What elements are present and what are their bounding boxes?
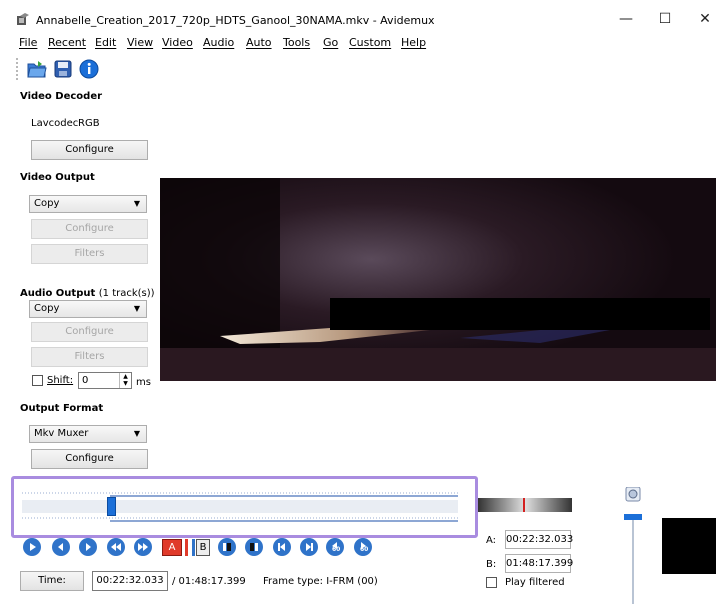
video-output-configure-button[interactable]: Configure xyxy=(31,219,148,239)
audio-output-title: Audio Output (1 track(s)) xyxy=(20,288,155,299)
marker-b-time: 01:48:17.399 xyxy=(505,554,573,573)
timeline-slider-handle[interactable] xyxy=(107,497,116,516)
marker-a-time: 00:22:32.033 xyxy=(505,530,573,549)
previous-black-frame-icon[interactable] xyxy=(217,537,237,557)
marker-b-indicator xyxy=(192,539,195,556)
audio-track-count: (1 track(s)) xyxy=(98,288,155,299)
last-frame-icon[interactable]: 60 xyxy=(353,537,373,557)
play-filtered-label: Play filtered xyxy=(505,577,565,588)
decoder-colorspace-label: RGB xyxy=(78,118,100,129)
shift-unit-label: ms xyxy=(136,377,151,388)
decoder-configure-button[interactable]: Configure xyxy=(31,140,148,160)
maximize-button[interactable]: ☐ xyxy=(650,9,680,29)
title-bar: Annabelle_Creation_2017_720p_HDTS_Ganool… xyxy=(0,0,716,32)
chevron-down-icon: ▼ xyxy=(133,199,140,208)
jog-shuttle-slider[interactable] xyxy=(478,496,572,514)
menu-edit[interactable]: Edit xyxy=(95,36,116,49)
current-time-field[interactable]: 00:22:32.033 xyxy=(92,571,168,591)
chevron-down-icon: ▼ xyxy=(133,429,140,438)
redaction-bar xyxy=(330,298,710,330)
play-filtered-checkbox[interactable] xyxy=(486,577,497,588)
next-keyframe-icon[interactable] xyxy=(133,537,153,557)
video-output-select[interactable]: Copy ▼ xyxy=(29,195,147,213)
play-icon[interactable] xyxy=(22,537,42,557)
menu-recent[interactable]: Recent xyxy=(48,36,86,49)
chevron-down-icon: ▼ xyxy=(133,304,140,313)
goto-marker-a-icon[interactable] xyxy=(272,537,292,557)
window-title: Annabelle_Creation_2017_720p_HDTS_Ganool… xyxy=(36,14,435,27)
shift-spinbox[interactable]: 0 ▲ ▼ xyxy=(78,372,132,389)
menu-go[interactable]: Go xyxy=(323,36,338,49)
frame-type-label: Frame type: I-FRM (00) xyxy=(263,576,378,587)
menu-custom[interactable]: Custom xyxy=(349,36,391,49)
output-format-value: Mkv Muxer xyxy=(34,428,89,439)
menu-tools[interactable]: Tools xyxy=(283,36,310,49)
output-format-configure-button[interactable]: Configure xyxy=(31,449,148,469)
minimize-button[interactable]: — xyxy=(611,9,641,29)
shift-label: Shift: xyxy=(47,375,74,386)
close-button[interactable]: ✕ xyxy=(690,9,716,29)
goto-marker-b-icon[interactable] xyxy=(299,537,319,557)
shift-value: 0 xyxy=(82,375,89,386)
video-preview xyxy=(160,178,716,381)
next-black-frame-icon[interactable] xyxy=(244,537,264,557)
audio-output-title-text: Audio Output xyxy=(20,288,96,299)
set-marker-b-icon[interactable]: B xyxy=(196,539,210,556)
volume-slider[interactable] xyxy=(624,487,642,604)
audio-output-value: Copy xyxy=(34,303,60,314)
avidemux-app-icon xyxy=(17,13,29,25)
first-frame-icon[interactable]: 60 xyxy=(325,537,345,557)
menu-video[interactable]: Video xyxy=(162,36,193,49)
shift-checkbox[interactable] xyxy=(32,375,43,386)
set-marker-a-icon[interactable]: A xyxy=(162,539,182,556)
video-output-filters-button[interactable]: Filters xyxy=(31,244,148,264)
video-output-value: Copy xyxy=(34,198,60,209)
marker-a-indicator xyxy=(185,539,188,556)
timeline-slider[interactable] xyxy=(22,490,458,523)
audio-output-filters-button[interactable]: Filters xyxy=(31,347,148,367)
menu-view[interactable]: View xyxy=(127,36,153,49)
video-decoder-title: Video Decoder xyxy=(20,91,103,102)
menu-auto[interactable]: Auto xyxy=(246,36,272,49)
info-icon[interactable] xyxy=(78,58,100,80)
previous-keyframe-icon[interactable] xyxy=(106,537,126,557)
secondary-preview xyxy=(662,518,716,574)
spin-arrows-icon[interactable]: ▲ ▼ xyxy=(119,373,131,388)
output-format-title: Output Format xyxy=(20,403,104,414)
video-output-title: Video Output xyxy=(20,172,95,183)
video-frame-image xyxy=(160,178,716,381)
previous-frame-icon[interactable] xyxy=(51,537,71,557)
audio-output-select[interactable]: Copy ▼ xyxy=(29,300,147,318)
menu-file[interactable]: File xyxy=(19,36,37,49)
first-frame-label: 60 xyxy=(332,546,341,553)
toolbar-grip xyxy=(16,58,22,80)
next-frame-icon[interactable] xyxy=(78,537,98,557)
menu-audio[interactable]: Audio xyxy=(203,36,234,49)
audio-output-configure-button[interactable]: Configure xyxy=(31,322,148,342)
menu-help[interactable]: Help xyxy=(401,36,426,49)
save-icon[interactable] xyxy=(52,58,74,80)
last-frame-label: 60 xyxy=(360,546,369,553)
marker-b-label: B: xyxy=(486,559,497,570)
marker-a-label: A: xyxy=(486,535,497,546)
decoder-codec-label: Lavcodec xyxy=(31,118,79,129)
open-folder-icon[interactable] xyxy=(26,58,48,80)
time-button[interactable]: Time: xyxy=(20,571,84,591)
output-format-select[interactable]: Mkv Muxer ▼ xyxy=(29,425,147,443)
total-time-label: / 01:48:17.399 xyxy=(172,576,246,587)
